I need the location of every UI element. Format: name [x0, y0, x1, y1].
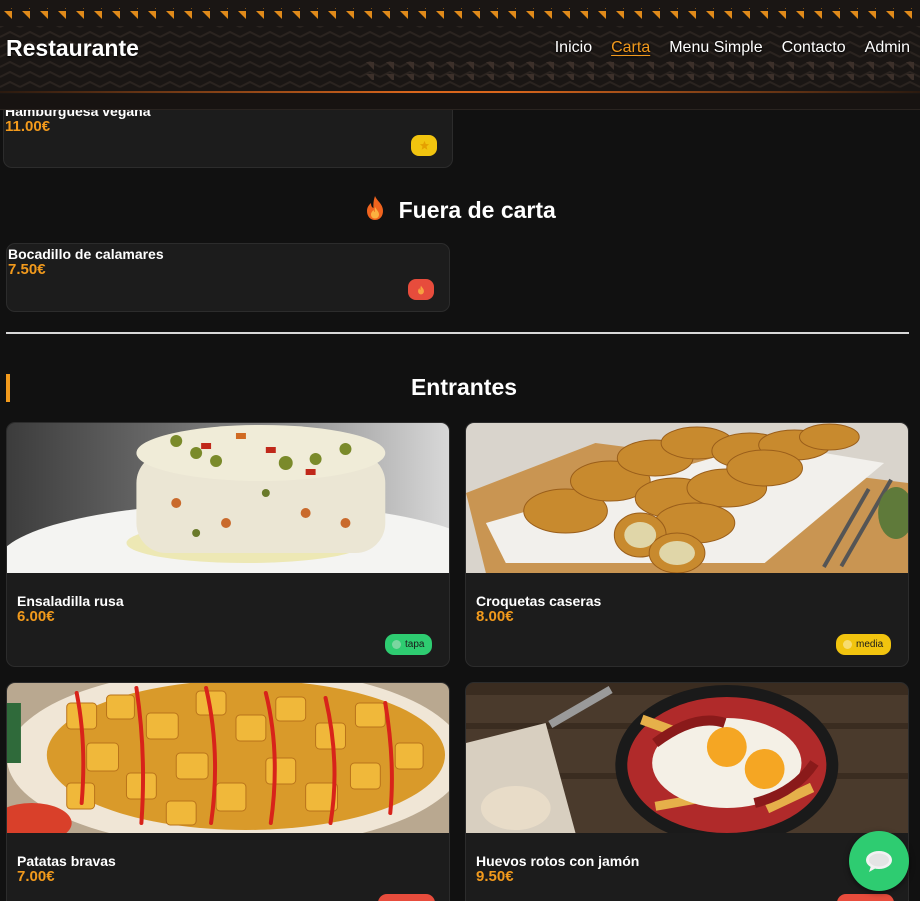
nav-contacto[interactable]: Contacto [782, 39, 846, 57]
section-divider [6, 332, 909, 334]
item-name: Bocadillo de calamares [8, 246, 164, 262]
menu-card[interactable]: Croquetas caseras 8.00€ media [465, 422, 909, 667]
menu-card[interactable]: Patatas bravas 7.00€ [6, 682, 450, 901]
star-icon [419, 140, 429, 150]
star-badge [411, 135, 437, 156]
item-price: 8.00€ [476, 608, 514, 625]
patatas-photo [7, 683, 449, 833]
item-name: Patatas bravas [17, 853, 116, 869]
flame-icon [364, 195, 386, 226]
ensaladilla-photo [7, 423, 449, 573]
item-name: Ensaladilla rusa [17, 593, 124, 609]
item-name: Croquetas caseras [476, 593, 602, 609]
menu-card[interactable]: Bocadillo de calamares 7.50€ [6, 243, 450, 312]
spicy-badge [378, 894, 435, 901]
item-price: 11.00€ [5, 118, 51, 135]
fuera-de-carta-heading: Fuera de carta [0, 195, 920, 226]
section-title: Fuera de carta [398, 197, 556, 223]
badge-label: tapa [405, 639, 425, 650]
main-nav: Inicio Carta Menu Simple Contacto Admin [536, 39, 910, 57]
badge-label: media [856, 639, 884, 650]
site-logo[interactable]: Restaurante [6, 35, 139, 62]
section-title: Entrantes [410, 374, 518, 400]
tapa-badge: tapa [385, 634, 433, 655]
nav-menu-simple[interactable]: Menu Simple [669, 39, 762, 57]
item-name: Huevos rotos con jamón [476, 853, 640, 869]
menu-card[interactable]: Ensaladilla rusa 6.00€ tapa [6, 422, 450, 667]
menu-card[interactable]: Huevos rotos con jamón 9.50€ [465, 682, 909, 901]
item-price: 7.50€ [8, 261, 46, 278]
nav-carta[interactable]: Carta [611, 39, 650, 57]
spicy-badge [837, 894, 894, 901]
huevos-photo [466, 683, 908, 833]
special-badge [408, 279, 434, 300]
item-price: 6.00€ [17, 608, 55, 625]
badge-dot-icon [843, 640, 852, 649]
chat-bubble-icon [866, 851, 892, 872]
chat-button[interactable] [849, 831, 909, 891]
header-accent-line [0, 91, 920, 93]
croquetas-photo [466, 423, 908, 573]
media-badge: media [836, 634, 892, 655]
site-header: Restaurante Inicio Carta Menu Simple Con… [0, 0, 920, 110]
nav-admin[interactable]: Admin [865, 39, 910, 57]
page: Hamburguesa vegana 11.00€ Restaurante In… [0, 0, 920, 901]
item-price: 9.50€ [476, 868, 514, 885]
badge-dot-icon [392, 640, 401, 649]
nav-inicio[interactable]: Inicio [555, 39, 592, 57]
item-price: 7.00€ [17, 868, 55, 885]
flame-icon [418, 285, 424, 294]
